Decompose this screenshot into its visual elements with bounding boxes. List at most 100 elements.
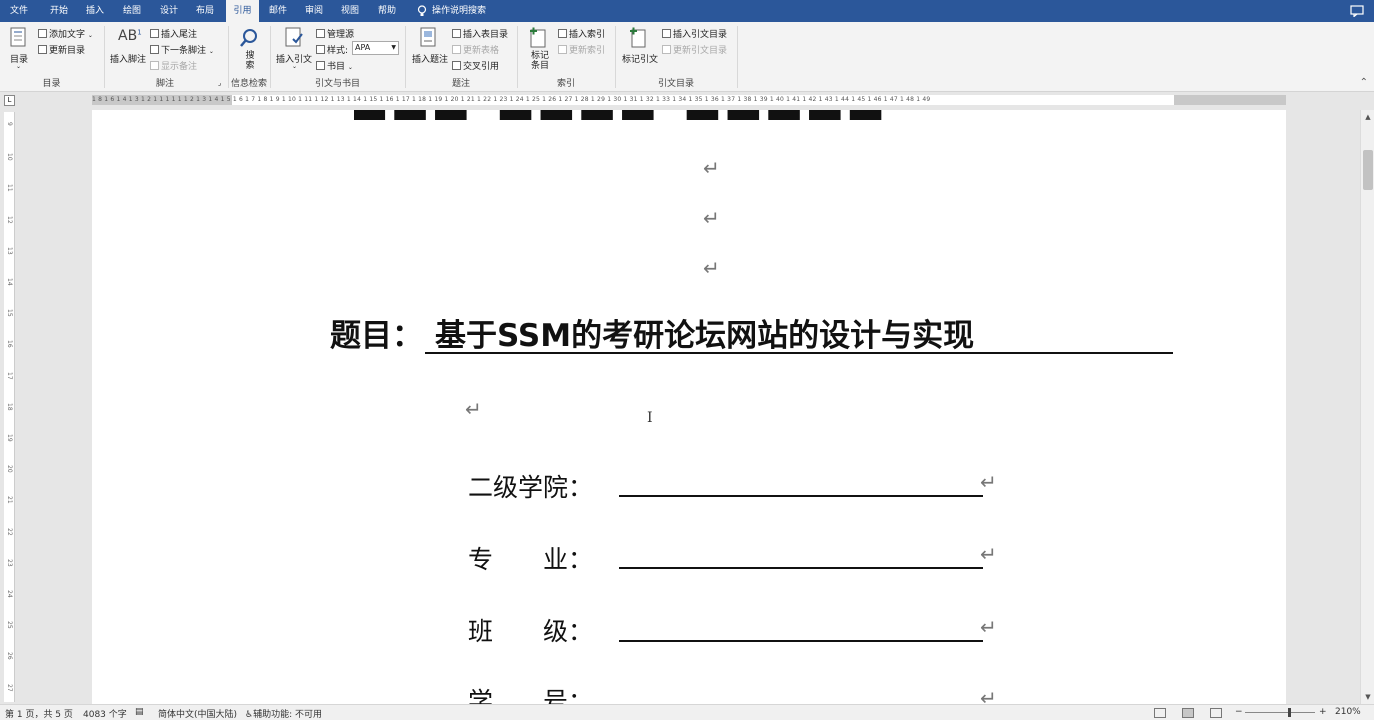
add-text-button[interactable]: 添加文字 ⌄ bbox=[38, 27, 93, 40]
group-separator bbox=[737, 26, 738, 88]
paragraph-mark: ↵ bbox=[980, 686, 997, 704]
word-count[interactable]: 4083 个字 bbox=[83, 707, 127, 720]
dialog-launcher-icon[interactable]: ⌟ bbox=[218, 79, 221, 87]
paragraph-mark: ↵ bbox=[703, 156, 720, 180]
vertical-ruler-number: 17 bbox=[6, 371, 13, 380]
document-page[interactable]: ▆▆▆ ▆▆▆▆ ▆▆▆▆▆ ↵ ↵ ↵ 题目： 基于SSM的考研论坛网站的设计与… bbox=[92, 110, 1286, 704]
cross-reference-icon bbox=[452, 61, 461, 70]
table-of-contents-icon bbox=[10, 27, 26, 47]
zoom-level[interactable]: 210% bbox=[1335, 707, 1361, 717]
vertical-ruler-number: 14 bbox=[6, 278, 13, 286]
insert-index-button[interactable]: 插入索引 bbox=[558, 27, 605, 40]
update-toc-button[interactable]: 更新目录 bbox=[38, 43, 85, 56]
tab-file[interactable]: 文件 bbox=[4, 0, 34, 22]
insert-toa-button[interactable]: 插入引文目录 bbox=[662, 27, 727, 40]
add-text-icon bbox=[38, 29, 47, 38]
ribbon-tab-bar: 文件 开始 插入 绘图 设计 布局 引用 邮件 审阅 视图 帮助 操作说明搜索 bbox=[0, 0, 1374, 23]
print-layout-icon[interactable] bbox=[1182, 708, 1194, 718]
group-label-citations: 引文与书目 bbox=[314, 79, 360, 89]
read-mode-icon[interactable] bbox=[1154, 708, 1166, 718]
vertical-scrollbar[interactable]: ▲ ▼ bbox=[1360, 110, 1374, 704]
search-button[interactable]: 搜索 bbox=[245, 51, 255, 71]
mark-citation-button[interactable]: 标记引文 bbox=[622, 52, 658, 65]
tab-home[interactable]: 开始 bbox=[44, 0, 74, 22]
zoom-slider[interactable] bbox=[1245, 712, 1315, 713]
proofing-icon[interactable]: ▤ bbox=[135, 707, 144, 717]
document-area[interactable]: ▆▆▆ ▆▆▆▆ ▆▆▆▆▆ ↵ ↵ ↵ 题目： 基于SSM的考研论坛网站的设计与… bbox=[18, 110, 1360, 704]
field-college-line[interactable] bbox=[619, 495, 983, 497]
group-label-toa: 引文目录 bbox=[657, 79, 694, 89]
insert-endnote-button[interactable]: 插入尾注 bbox=[150, 27, 197, 40]
field-major-line[interactable] bbox=[619, 567, 983, 569]
zoom-out-button[interactable]: − bbox=[1235, 707, 1243, 717]
table-of-figures-icon bbox=[452, 29, 461, 38]
insert-caption-button[interactable]: 插入题注 bbox=[412, 52, 448, 65]
vertical-ruler-number: 9 bbox=[6, 122, 13, 126]
insert-index-icon bbox=[558, 29, 567, 38]
tab-insert[interactable]: 插入 bbox=[80, 0, 110, 22]
zoom-slider-thumb[interactable] bbox=[1288, 708, 1291, 717]
update-icon bbox=[452, 45, 461, 54]
insert-footnote-button[interactable]: 插入脚注 bbox=[110, 52, 146, 65]
field-class-line[interactable] bbox=[619, 640, 983, 642]
update-icon bbox=[558, 45, 567, 54]
search-icon bbox=[240, 29, 257, 47]
collapse-ribbon-icon[interactable]: ⌃ bbox=[1360, 77, 1368, 88]
vertical-ruler-number: 20 bbox=[6, 465, 13, 473]
group-label-captions: 题注 bbox=[451, 79, 470, 89]
scroll-up-icon[interactable]: ▲ bbox=[1363, 112, 1373, 122]
lightbulb-icon bbox=[417, 5, 427, 16]
bibliography-button[interactable]: 书目 ⌄ bbox=[316, 59, 353, 72]
cross-reference-button[interactable]: 交叉引用 bbox=[452, 59, 499, 72]
tab-review[interactable]: 审阅 bbox=[299, 0, 329, 22]
update-index-button[interactable]: 更新索引 bbox=[558, 43, 605, 56]
vertical-ruler-number: 12 bbox=[6, 215, 13, 224]
next-footnote-icon bbox=[150, 45, 159, 54]
bibliography-icon bbox=[316, 61, 325, 70]
comments-icon[interactable] bbox=[1350, 5, 1364, 17]
update-table-button[interactable]: 更新表格 bbox=[452, 43, 499, 56]
field-student-id-label: 学 号： bbox=[468, 687, 594, 704]
mark-entry-button[interactable]: 标记条目 bbox=[531, 51, 549, 71]
paragraph-mark: ↵ bbox=[703, 256, 720, 280]
chevron-down-icon: ⌄ bbox=[16, 63, 22, 70]
horizontal-ruler[interactable]: 1 8 1 6 1 4 1 3 1 2 1 1 1 1 1 1 2 1 3 1 … bbox=[92, 95, 1286, 105]
web-layout-icon[interactable] bbox=[1210, 708, 1222, 718]
language-indicator[interactable]: 简体中文(中国大陆) bbox=[158, 707, 237, 720]
text-cursor: I bbox=[647, 410, 653, 426]
vertical-ruler-number: 15 bbox=[6, 309, 13, 317]
vertical-ruler-number: 16 bbox=[6, 340, 13, 349]
scrollbar-thumb[interactable] bbox=[1363, 150, 1373, 190]
show-notes-button[interactable]: 显示备注 bbox=[150, 59, 197, 72]
thesis-title[interactable]: 题目： 基于SSM的考研论坛网站的设计与实现 bbox=[330, 310, 974, 355]
update-toa-button[interactable]: 更新引文目录 bbox=[662, 43, 727, 56]
tab-selector[interactable]: L bbox=[4, 95, 15, 106]
scroll-down-icon[interactable]: ▼ bbox=[1363, 692, 1373, 702]
tab-draw[interactable]: 绘图 bbox=[117, 0, 147, 22]
status-bar: 第 1 页，共 5 页 4083 个字 ▤ 简体中文(中国大陆) ♿︎辅助功能:… bbox=[0, 704, 1374, 720]
next-footnote-button[interactable]: 下一条脚注 ⌄ bbox=[150, 43, 214, 56]
manage-sources-button[interactable]: 管理源 bbox=[316, 27, 354, 40]
page-count[interactable]: 第 1 页，共 5 页 bbox=[5, 707, 73, 720]
tab-design[interactable]: 设计 bbox=[154, 0, 184, 22]
insert-table-of-figures-button[interactable]: 插入表目录 bbox=[452, 27, 508, 40]
update-icon bbox=[662, 45, 671, 54]
group-label-index: 索引 bbox=[556, 79, 575, 89]
vertical-ruler-number: 18 bbox=[6, 402, 13, 411]
zoom-in-button[interactable]: + bbox=[1319, 707, 1327, 717]
tab-layout[interactable]: 布局 bbox=[190, 0, 220, 22]
vertical-ruler[interactable]: 9 10 11 12 13 14 15 16 17 18 19 20 21 22 23 24 25 26 27 bbox=[4, 112, 15, 702]
update-icon bbox=[38, 45, 47, 54]
style-label: 样式: bbox=[316, 43, 348, 56]
vertical-ruler-number: 22 bbox=[6, 527, 13, 536]
citation-style-select[interactable]: APA ▼ bbox=[352, 41, 399, 55]
tell-me-search[interactable]: 操作说明搜索 bbox=[432, 0, 492, 22]
vertical-ruler-number: 19 bbox=[6, 434, 13, 442]
tab-help[interactable]: 帮助 bbox=[372, 0, 402, 22]
chevron-down-icon: ▼ bbox=[391, 44, 396, 51]
tab-view[interactable]: 视图 bbox=[335, 0, 365, 22]
tab-references[interactable]: 引用 bbox=[226, 0, 259, 23]
tab-mailings[interactable]: 邮件 bbox=[263, 0, 293, 22]
accessibility-indicator[interactable]: ♿︎辅助功能: 不可用 bbox=[245, 707, 322, 720]
title-underline bbox=[425, 352, 1173, 354]
